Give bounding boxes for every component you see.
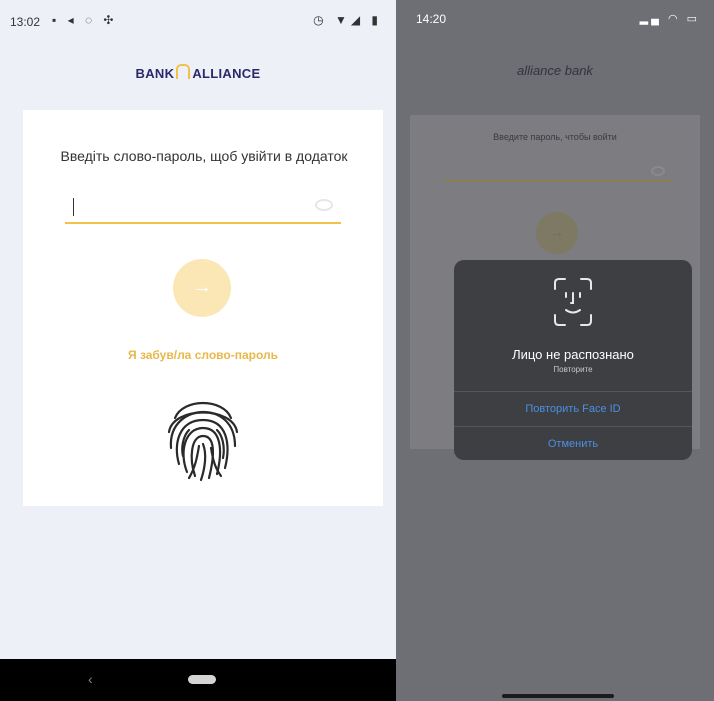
submit-button[interactable]: → xyxy=(536,212,578,254)
password-prompt: Введіть слово-пароль, щоб увійти в додат… xyxy=(60,148,348,164)
password-input[interactable] xyxy=(65,194,341,224)
status-bar: 14:20 ▂▄ ◠ ▭ xyxy=(396,0,714,40)
alert-subtitle: Повторите xyxy=(553,365,593,374)
password-prompt: Введите пароль, чтобы войти xyxy=(493,132,617,142)
cancel-button[interactable]: Отменить xyxy=(454,426,692,460)
retry-face-id-button[interactable]: Повторить Face ID xyxy=(454,391,692,426)
android-nav-bar: ‹ xyxy=(0,659,396,701)
face-id-icon xyxy=(554,278,592,326)
android-screen: 13:02 ▪ ◂ ◌ ✣ ◷ ▼◢ ▮ BANK ALLIANCE Введіт… xyxy=(0,0,396,701)
system-status-icons: ▂▄ ◠ ▭ xyxy=(639,13,700,25)
eye-icon[interactable] xyxy=(315,199,333,211)
arrow-right-icon: → xyxy=(550,224,564,240)
home-pill-icon[interactable] xyxy=(188,675,216,684)
status-time: 13:02 xyxy=(10,15,41,29)
system-status-icons: ◷ ▼◢ ▮ xyxy=(313,13,382,27)
fingerprint-icon[interactable] xyxy=(159,388,247,484)
logo-right-word: ALLIANCE xyxy=(192,66,261,81)
alliance-bank-logo: alliance bank xyxy=(517,63,593,78)
forgot-password-link[interactable]: Я забув/ла слово-пароль xyxy=(23,348,383,362)
home-indicator[interactable] xyxy=(502,694,614,698)
login-card: Введіть слово-пароль, щоб увійти в додат… xyxy=(23,110,383,506)
password-input[interactable] xyxy=(443,160,673,182)
face-id-alert: Лицо не распознано Повторите Повторить F… xyxy=(454,260,692,460)
text-caret xyxy=(73,198,74,216)
notification-icons: ▪ ◂ ◌ ✣ xyxy=(52,13,118,27)
logo-arch-icon xyxy=(176,64,191,79)
ios-screen: 14:20 ▂▄ ◠ ▭ alliance bank Введите парол… xyxy=(396,0,714,701)
logo-left-word: BANK xyxy=(135,66,175,81)
back-icon[interactable]: ‹ xyxy=(88,671,93,687)
submit-button[interactable]: → xyxy=(173,259,231,317)
eye-icon[interactable] xyxy=(651,166,665,176)
bank-alliance-logo: BANK ALLIANCE xyxy=(0,64,396,81)
arrow-right-icon: → xyxy=(192,276,212,298)
status-time: 14:20 xyxy=(416,12,447,26)
status-bar: 13:02 ▪ ◂ ◌ ✣ ◷ ▼◢ ▮ xyxy=(0,0,396,42)
alert-title: Лицо не распознано xyxy=(512,347,634,362)
